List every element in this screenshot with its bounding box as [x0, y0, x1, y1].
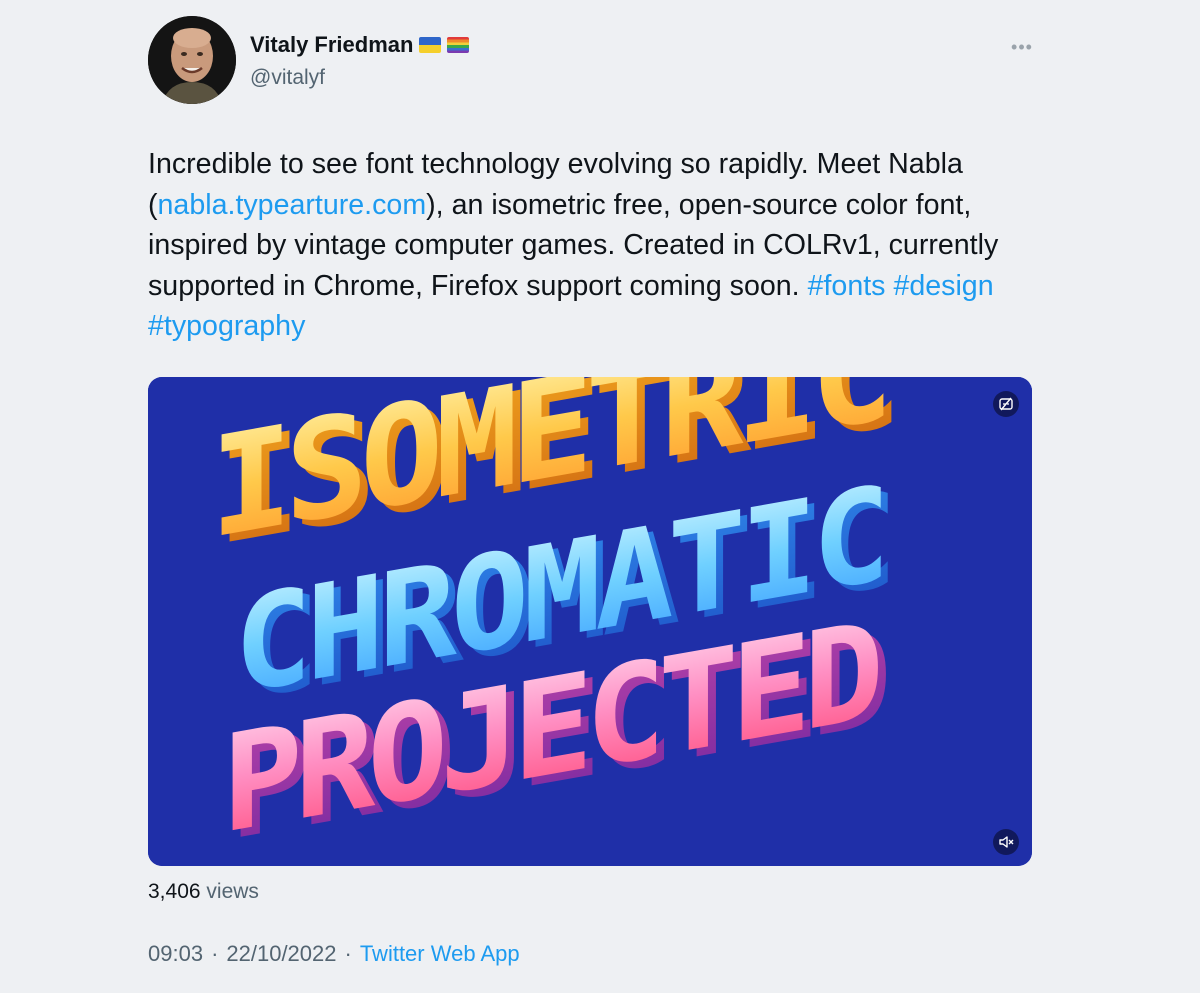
hashtag-link[interactable]: #fonts: [808, 270, 886, 302]
tweet-time[interactable]: 09:03: [148, 941, 203, 967]
captions-icon[interactable]: [993, 391, 1019, 417]
hashtag-link[interactable]: #design: [893, 270, 993, 302]
tweet-date[interactable]: 22/10/2022: [226, 941, 336, 967]
view-count: 3,406 views: [148, 880, 259, 904]
author-name-row: Vitaly Friedman: [250, 32, 470, 58]
meta-separator: ·: [211, 941, 219, 966]
tweet-link[interactable]: nabla.typearture.com: [158, 189, 427, 221]
view-count-number: 3,406: [148, 880, 201, 903]
mute-icon[interactable]: [993, 829, 1019, 855]
tweet-video[interactable]: ISOMETRIC ISOMETRIC CHROMATIC CHROMATIC …: [148, 377, 1032, 866]
view-count-label: views: [206, 880, 259, 903]
ukraine-flag-icon: [419, 37, 442, 53]
avatar[interactable]: [148, 16, 236, 104]
tweet: Vitaly Friedman @vitalyf ••• Incredible …: [0, 0, 1200, 993]
author-display-name[interactable]: Vitaly Friedman: [250, 32, 413, 58]
tweet-text: Incredible to see font technology evolvi…: [148, 144, 1028, 347]
hashtag-link[interactable]: #typography: [148, 310, 305, 342]
meta-separator: ·: [344, 941, 352, 966]
tweet-meta: 09:03 · 22/10/2022 · Twitter Web App: [148, 941, 520, 967]
author-handle[interactable]: @vitalyf: [250, 66, 325, 90]
tweet-source-link[interactable]: Twitter Web App: [360, 941, 520, 967]
more-options-icon[interactable]: •••: [1008, 36, 1036, 58]
rainbow-flag-icon: [447, 37, 470, 53]
